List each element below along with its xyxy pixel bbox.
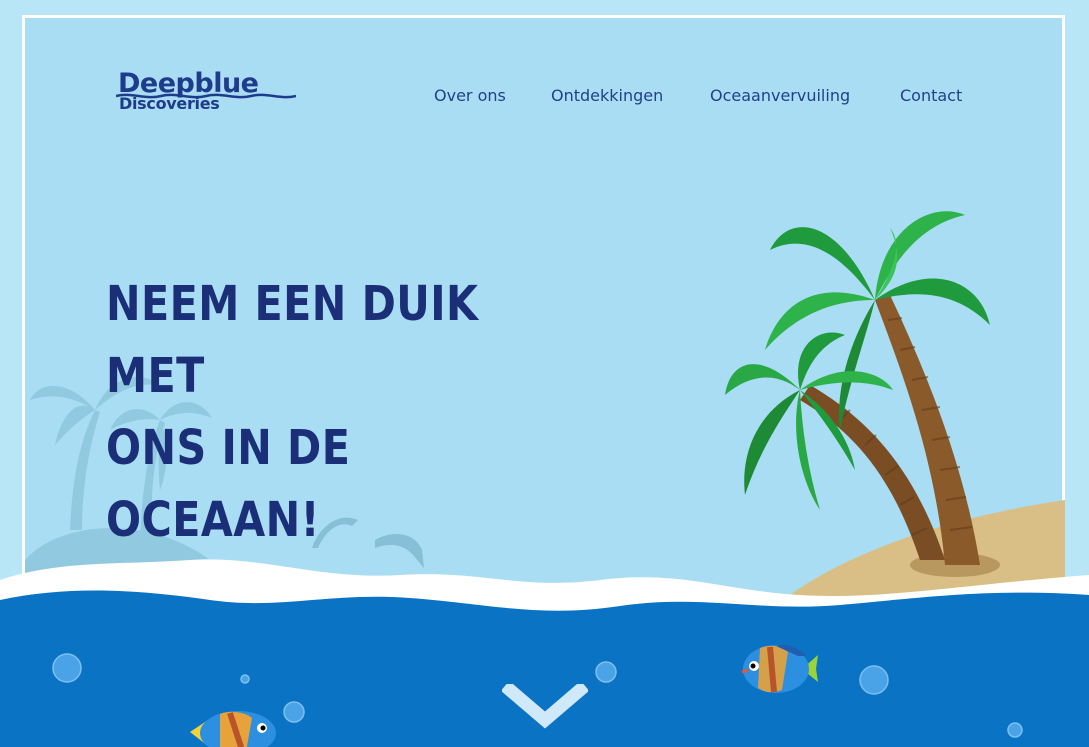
hero-heading-line1: NEEM EEN DUIK MET bbox=[106, 276, 479, 404]
hero-heading: NEEM EEN DUIK MET ONS IN DE OCEAAN! bbox=[106, 268, 553, 556]
hero-heading-line2: ONS IN DE OCEAAN! bbox=[106, 420, 351, 548]
nav-item-ontdekkingen[interactable]: Ontdekkingen bbox=[551, 86, 663, 106]
chevron-down-icon bbox=[500, 680, 590, 729]
scroll-down-button[interactable] bbox=[500, 680, 590, 732]
nav-item-over-ons[interactable]: Over ons bbox=[434, 86, 506, 106]
main-nav: Over ons Ontdekkingen Oceaanvervuiling C… bbox=[0, 86, 1089, 110]
nav-item-contact[interactable]: Contact bbox=[900, 86, 962, 106]
nav-item-oceaanvervuiling[interactable]: Oceaanvervuiling bbox=[710, 86, 850, 106]
